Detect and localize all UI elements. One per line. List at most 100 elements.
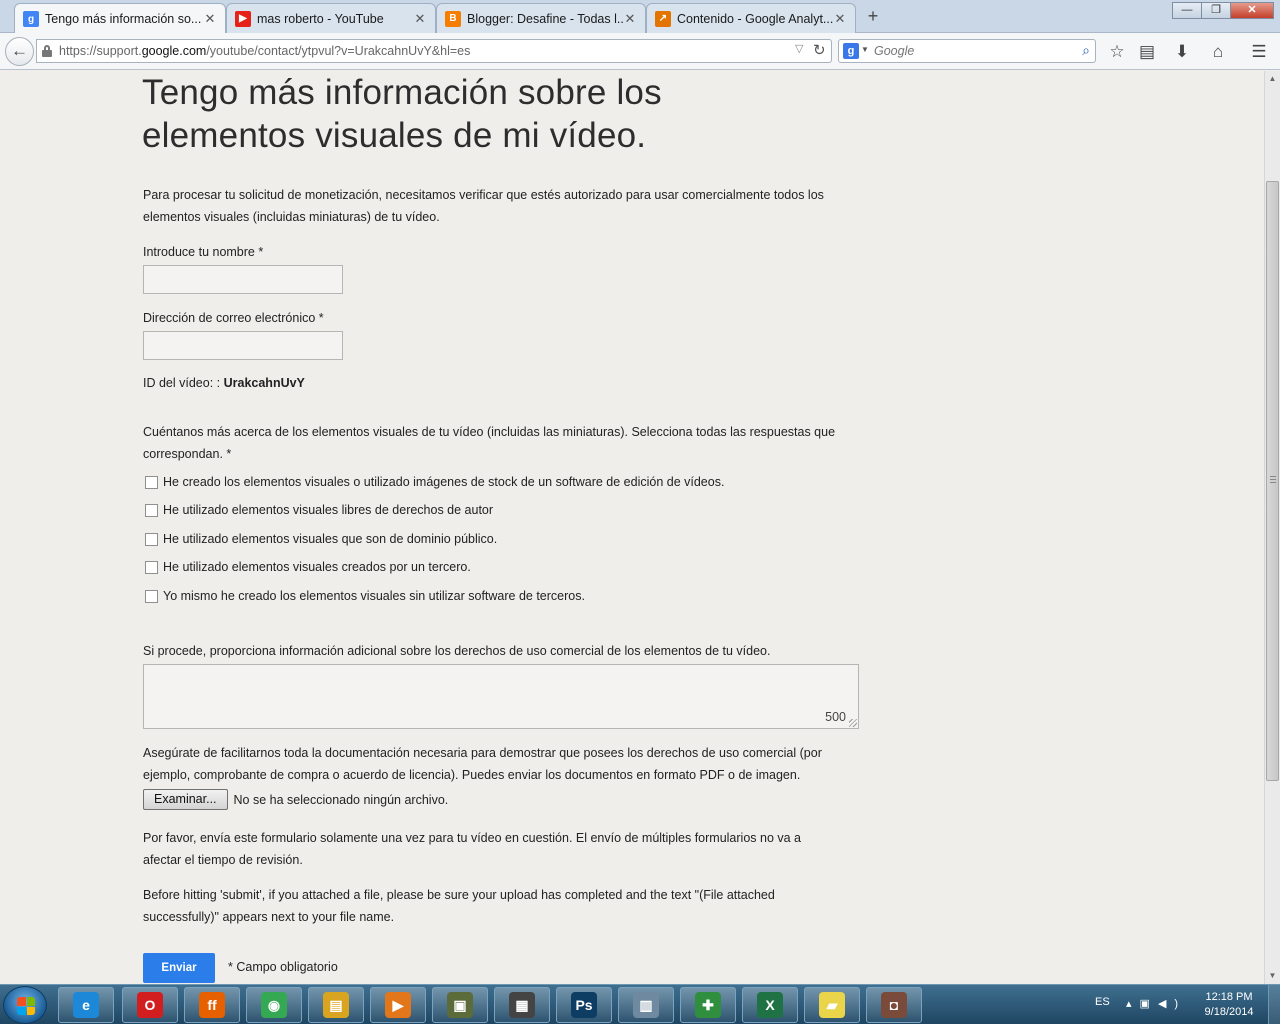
clock[interactable]: 12:18 PM 9/18/2014: [1196, 990, 1262, 1020]
google-support-icon: g: [23, 11, 39, 27]
minimize-button[interactable]: —: [1172, 2, 1202, 19]
windows-logo-icon: [17, 997, 35, 1015]
submit-button[interactable]: Enviar: [143, 953, 215, 983]
checkbox[interactable]: [145, 589, 158, 603]
close-icon[interactable]: ✕: [623, 11, 637, 27]
firefox-icon: ff: [199, 992, 225, 1018]
taskbar-app-file-explorer[interactable]: ▤: [308, 987, 364, 1023]
youtube-icon: ▶: [235, 10, 251, 27]
file-upload: Examinar... No se ha seleccionado ningún…: [143, 789, 448, 810]
blogger-icon: B: [445, 10, 461, 27]
bookmark-star-icon[interactable]: ☆: [1106, 41, 1128, 63]
taskbar-app-chrome[interactable]: ◉: [246, 987, 302, 1023]
scroll-up-icon[interactable]: ▲: [1265, 71, 1280, 87]
character-counter: 500: [825, 710, 846, 724]
visuals-question: Cuéntanos más acerca de los elementos vi…: [143, 425, 836, 461]
taskbar-app-excel[interactable]: X: [742, 987, 798, 1023]
taskbar-app-calculator[interactable]: ▥: [618, 987, 674, 1023]
navigation-toolbar: ← https://support.google.com/youtube/con…: [0, 33, 1280, 70]
taskbar-app-network[interactable]: ✚: [680, 987, 736, 1023]
show-hidden-icons-icon[interactable]: ▴: [1126, 998, 1140, 1010]
option-label: He utilizado elementos visuales creados …: [163, 560, 471, 574]
checkbox[interactable]: [145, 475, 158, 489]
new-tab-button[interactable]: +: [862, 6, 884, 26]
reload-icon[interactable]: ↻: [813, 41, 826, 59]
scroll-down-icon[interactable]: ▼: [1265, 968, 1280, 984]
option-third-party[interactable]: He utilizado elementos visuales creados …: [145, 560, 471, 574]
volume-icon[interactable]: ◀): [1158, 998, 1186, 1010]
magnifier-icon[interactable]: ⌕: [1082, 42, 1090, 59]
close-window-button[interactable]: ✕: [1230, 2, 1274, 19]
scrollbar-thumb[interactable]: [1266, 181, 1279, 781]
vertical-scrollbar[interactable]: ▲ ▼: [1264, 71, 1280, 984]
upload-complete-note: Before hitting 'submit', if you attached…: [143, 888, 775, 924]
start-button[interactable]: [3, 986, 47, 1024]
taskbar-app-photoshop[interactable]: Ps: [556, 987, 612, 1023]
submit-once-note: Por favor, envía este formulario solamen…: [143, 831, 801, 867]
option-self-made[interactable]: Yo mismo he creado los elementos visuale…: [145, 589, 585, 603]
url-bar[interactable]: https://support.google.com/youtube/conta…: [36, 39, 832, 63]
network-status-icon[interactable]: ▣: [1140, 998, 1158, 1010]
restore-button[interactable]: ❐: [1201, 2, 1231, 19]
language-indicator[interactable]: ES: [1095, 996, 1110, 1008]
window-controls: — ❐ ✕: [1172, 2, 1274, 19]
tab-youtube[interactable]: ▶ mas roberto - YouTube ✕: [226, 3, 436, 33]
option-public-domain[interactable]: He utilizado elementos visuales que son …: [145, 532, 497, 546]
tab-blogger[interactable]: B Blogger: Desafine - Todas l... ✕: [436, 3, 646, 33]
required-field-note: * Campo obligatorio: [228, 960, 338, 974]
taskbar-app-movie-maker[interactable]: ▣: [432, 987, 488, 1023]
show-desktop-button[interactable]: [1268, 985, 1280, 1024]
opera-icon: O: [137, 992, 163, 1018]
option-royalty-free[interactable]: He utilizado elementos visuales libres d…: [145, 503, 493, 517]
checkbox[interactable]: [145, 560, 158, 574]
email-input[interactable]: [143, 331, 343, 360]
checkbox[interactable]: [145, 503, 158, 517]
tab-title: Tengo más información so...: [45, 12, 202, 26]
option-stock-software[interactable]: He creado los elementos visuales o utili…: [145, 475, 724, 489]
tab-title: mas roberto - YouTube: [257, 11, 384, 26]
taskbar-app-sticky-notes[interactable]: ▰: [804, 987, 860, 1023]
documentation-text: Asegúrate de facilitarnos toda la docume…: [143, 746, 822, 782]
system-tray: ▴▣◀): [1126, 997, 1186, 1010]
tab-analytics[interactable]: ↗ Contenido - Google Analyt... ✕: [646, 3, 856, 33]
clock-time: 12:18 PM: [1205, 991, 1253, 1003]
video-editor-icon: ▦: [509, 992, 535, 1018]
url-history-dropdown-icon[interactable]: ▽: [795, 42, 803, 55]
checkbox[interactable]: [145, 532, 158, 546]
option-label: He utilizado elementos visuales que son …: [163, 532, 498, 546]
home-icon[interactable]: ⌂: [1207, 41, 1229, 63]
google-search-engine-icon[interactable]: g: [843, 43, 859, 59]
page-title: Tengo más información sobre los elemento…: [142, 73, 662, 155]
photoshop-icon: Ps: [571, 992, 597, 1018]
excel-icon: X: [757, 992, 783, 1018]
taskbar-app-internet-explorer[interactable]: e: [58, 987, 114, 1023]
back-button[interactable]: ←: [5, 37, 34, 66]
close-icon[interactable]: ✕: [203, 11, 217, 27]
close-icon[interactable]: ✕: [833, 11, 847, 27]
browse-button[interactable]: Examinar...: [143, 789, 228, 810]
taskbar-app-screenshot[interactable]: ◘: [866, 987, 922, 1023]
additional-info-textarea[interactable]: 500: [143, 664, 859, 729]
close-icon[interactable]: ✕: [413, 11, 427, 27]
analytics-icon: ↗: [655, 10, 671, 27]
resize-handle-icon[interactable]: [849, 719, 857, 727]
tab-title: Blogger: Desafine - Todas l...: [467, 11, 623, 26]
additional-info-label: Si procede, proporciona información adic…: [143, 644, 771, 658]
taskbar-app-media-player[interactable]: ▶: [370, 987, 426, 1023]
bookmarks-list-icon[interactable]: ▤: [1136, 41, 1158, 63]
menu-icon[interactable]: ☰: [1248, 41, 1270, 63]
downloads-icon[interactable]: ⬇: [1171, 41, 1193, 63]
search-bar[interactable]: g ▼ Google ⌕: [838, 39, 1096, 63]
taskbar-app-opera[interactable]: O: [122, 987, 178, 1023]
search-placeholder: Google: [874, 44, 915, 58]
windows-taskbar: e Off ◉ ▤ ▶ ▣ ▦ Ps ▥ ✚ X ▰ ◘ ES ▴▣◀) 12:18 PM 9/18/2…: [0, 984, 1280, 1024]
chevron-down-icon[interactable]: ▼: [861, 45, 869, 54]
option-label: He creado los elementos visuales o utili…: [163, 475, 725, 489]
taskbar-app-video-editor[interactable]: ▦: [494, 987, 550, 1023]
taskbar-app-firefox[interactable]: ff: [184, 987, 240, 1023]
tab-support[interactable]: g Tengo más información so... ✕: [14, 3, 226, 34]
no-file-text: No se ha seleccionado ningún archivo.: [233, 792, 449, 807]
name-input[interactable]: [143, 265, 343, 294]
url-text[interactable]: https://support.google.com/youtube/conta…: [59, 44, 470, 58]
name-label: Introduce tu nombre *: [143, 245, 264, 259]
